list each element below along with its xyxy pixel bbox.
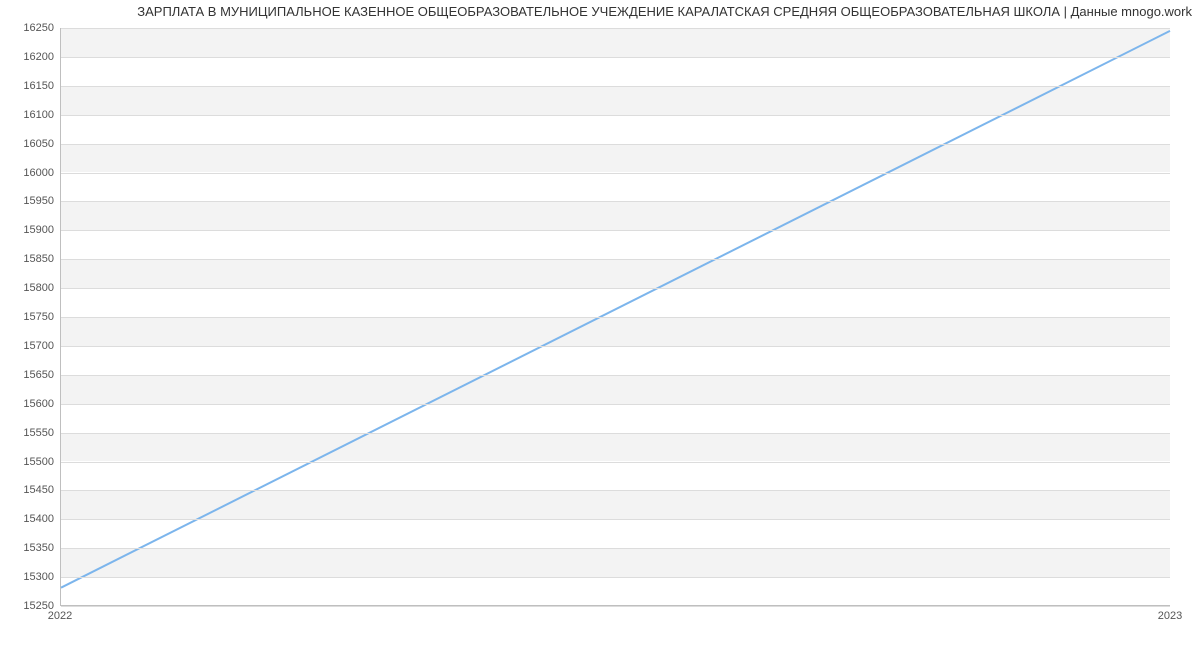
y-tick-label: 15550 xyxy=(6,427,54,439)
gridline xyxy=(61,317,1170,318)
gridline xyxy=(61,115,1170,116)
chart-title: ЗАРПЛАТА В МУНИЦИПАЛЬНОЕ КАЗЕННОЕ ОБЩЕОБ… xyxy=(0,4,1192,19)
chart-container: ЗАРПЛАТА В МУНИЦИПАЛЬНОЕ КАЗЕННОЕ ОБЩЕОБ… xyxy=(0,0,1200,650)
gridline xyxy=(61,28,1170,29)
gridline xyxy=(61,86,1170,87)
y-tick-label: 15500 xyxy=(6,456,54,468)
gridline xyxy=(61,433,1170,434)
y-tick-label: 15650 xyxy=(6,369,54,381)
gridline xyxy=(61,490,1170,491)
y-tick-label: 15850 xyxy=(6,253,54,265)
gridline xyxy=(61,201,1170,202)
y-tick-label: 16050 xyxy=(6,138,54,150)
gridline xyxy=(61,57,1170,58)
y-tick-label: 15900 xyxy=(6,224,54,236)
gridline xyxy=(61,577,1170,578)
gridline xyxy=(61,548,1170,549)
y-tick-label: 15450 xyxy=(6,484,54,496)
gridline xyxy=(61,288,1170,289)
gridline xyxy=(61,173,1170,174)
gridline xyxy=(61,519,1170,520)
gridline xyxy=(61,259,1170,260)
gridline xyxy=(61,606,1170,607)
gridline xyxy=(61,462,1170,463)
y-tick-label: 16200 xyxy=(6,51,54,63)
x-tick-label: 2022 xyxy=(48,610,72,622)
y-tick-label: 16000 xyxy=(6,167,54,179)
y-tick-label: 15950 xyxy=(6,195,54,207)
gridline xyxy=(61,230,1170,231)
y-tick-label: 15300 xyxy=(6,571,54,583)
y-tick-label: 15700 xyxy=(6,340,54,352)
x-tick-label: 2023 xyxy=(1158,610,1182,622)
y-tick-label: 15800 xyxy=(6,282,54,294)
y-tick-label: 15750 xyxy=(6,311,54,323)
gridline xyxy=(61,404,1170,405)
y-tick-label: 15350 xyxy=(6,542,54,554)
gridline xyxy=(61,346,1170,347)
gridline xyxy=(61,144,1170,145)
y-tick-label: 16250 xyxy=(6,22,54,34)
y-tick-label: 15400 xyxy=(6,513,54,525)
y-tick-label: 16100 xyxy=(6,109,54,121)
plot-area xyxy=(60,28,1170,606)
y-tick-label: 15600 xyxy=(6,398,54,410)
y-tick-label: 16150 xyxy=(6,80,54,92)
gridline xyxy=(61,375,1170,376)
